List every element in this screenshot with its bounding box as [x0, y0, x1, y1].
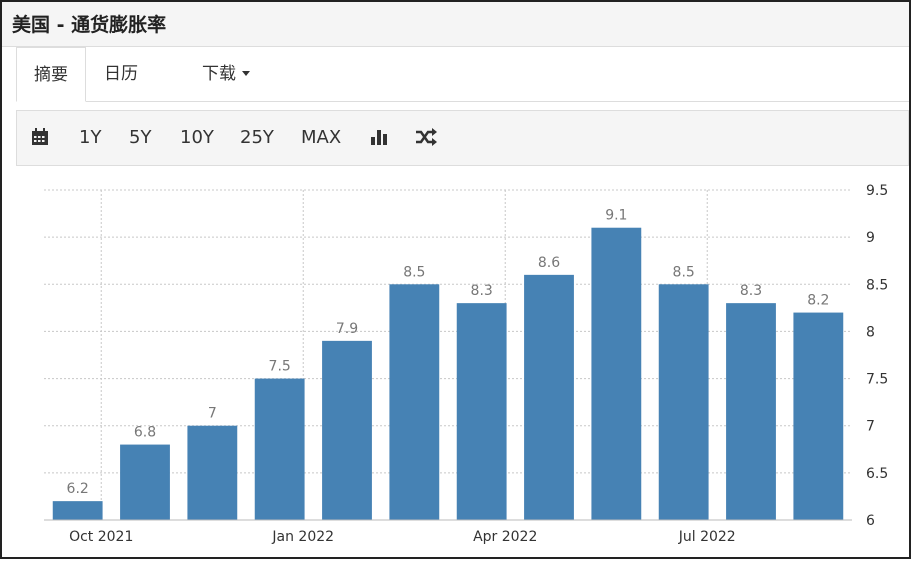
- x-tick-label: Apr 2022: [473, 529, 537, 545]
- shuffle-icon[interactable]: [415, 128, 437, 150]
- tab-calendar[interactable]: 日历: [104, 47, 138, 101]
- bar-value-label: 8.3: [471, 283, 493, 299]
- caret-down-icon: [242, 71, 250, 76]
- bar: [793, 312, 844, 520]
- bar: [524, 274, 574, 520]
- y-tick-label: 7.5: [866, 372, 888, 388]
- tab-summary[interactable]: 摘要: [16, 47, 86, 102]
- range-25y-button[interactable]: 25Y: [240, 111, 274, 165]
- range-10y-button[interactable]: 10Y: [180, 111, 214, 165]
- title-bar: 美国 - 通货膨胀率: [2, 2, 909, 47]
- bar: [187, 425, 238, 520]
- y-tick-label: 6.5: [866, 466, 888, 482]
- bar-value-label: 8.2: [807, 293, 829, 309]
- bar: [726, 303, 776, 520]
- bar: [456, 303, 507, 520]
- y-tick-label: 9: [866, 230, 875, 246]
- tab-calendar-label: 日历: [104, 64, 138, 84]
- bar: [52, 501, 103, 520]
- y-tick-label: 7: [866, 419, 875, 435]
- bar-value-label: 7.5: [269, 359, 291, 375]
- y-tick-label: 9.5: [866, 183, 888, 199]
- range-5y-button[interactable]: 5Y: [129, 111, 151, 165]
- bar-value-label: 9.1: [605, 208, 627, 224]
- tab-download-label: 下载: [202, 64, 236, 84]
- tab-bar: 摘要 日历 下载: [16, 47, 909, 102]
- range-max-button[interactable]: MAX: [301, 111, 341, 165]
- bar: [120, 444, 170, 520]
- x-tick-label: Jan 2022: [271, 529, 334, 545]
- bar: [322, 340, 372, 520]
- bar-value-label: 8.5: [403, 264, 425, 280]
- bar-value-label: 8.6: [538, 255, 560, 271]
- bar-value-label: 8.3: [740, 283, 762, 299]
- bar-value-label: 7.9: [336, 321, 358, 337]
- bar: [254, 378, 305, 520]
- calendar-icon[interactable]: [31, 128, 49, 150]
- y-tick-label: 8.5: [866, 277, 888, 293]
- x-tick-label: Jul 2022: [678, 529, 736, 545]
- bar-value-label: 6.8: [134, 425, 156, 441]
- bar-value-label: 7: [208, 406, 217, 422]
- page-title: 美国 - 通货膨胀率: [12, 14, 167, 36]
- bar-chart-icon[interactable]: [370, 128, 388, 150]
- tab-summary-label: 摘要: [34, 65, 68, 85]
- y-tick-label: 6: [866, 513, 875, 529]
- bar: [658, 284, 709, 520]
- y-tick-label: 8: [866, 324, 875, 340]
- range-1y-button[interactable]: 1Y: [79, 111, 101, 165]
- tab-download[interactable]: 下载: [202, 47, 250, 101]
- bar-value-label: 6.2: [67, 481, 89, 497]
- chart-toolbar: 1Y 5Y 10Y 25Y MAX: [16, 110, 909, 166]
- x-tick-label: Oct 2021: [69, 529, 133, 545]
- bar-chart: 6 6.5 7 7.5 8 8.5 9 9.5 Oct 2021 Jan 2022 Apr 2022…: [44, 183, 888, 545]
- bar-value-label: 8.5: [673, 264, 695, 280]
- chart-area: 6 6.5 7 7.5 8 8.5 9 9.5 Oct 2021 Jan 2022 Apr 2022…: [2, 168, 909, 557]
- chart-panel: 美国 - 通货膨胀率 摘要 日历 下载 1Y 5Y 10Y 25Y MAX 6 …: [0, 0, 911, 559]
- bar: [591, 227, 642, 520]
- bar: [389, 284, 440, 520]
